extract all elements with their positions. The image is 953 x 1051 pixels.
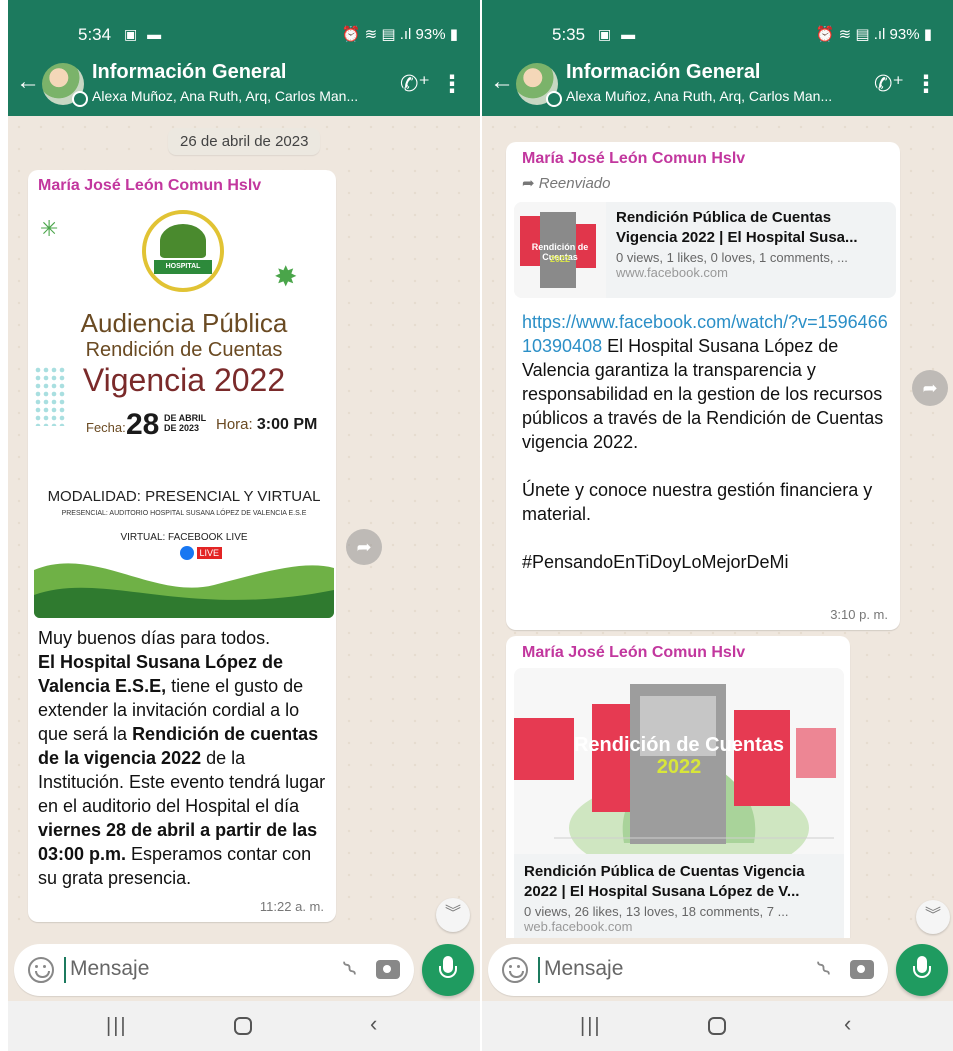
- preview-image-year: 2022: [656, 756, 702, 778]
- message-time: 11:22 a. m.: [259, 899, 324, 914]
- poster-time: Hora: 3:00 PM: [216, 416, 318, 433]
- preview-image-title: Rendición de Cuentas: [573, 734, 785, 756]
- hospital-logo: HOSPITAL: [142, 210, 224, 292]
- more-vert-icon[interactable]: ⋮: [914, 70, 938, 99]
- nav-recent-icon[interactable]: |||: [580, 1015, 602, 1038]
- link-preview-description: 0 views, 26 likes, 13 loves, 18 comments…: [524, 904, 789, 919]
- forwarded-label: ➦ Reenviado: [522, 175, 611, 192]
- link-preview-description: 0 views, 1 likes, 0 loves, 1 comments, .…: [616, 250, 848, 265]
- nav-recent-icon[interactable]: |||: [106, 1015, 128, 1038]
- link-preview-site: web.facebook.com: [524, 919, 633, 934]
- link-preview-title: Rendición Pública de Cuentas Vigencia 20…: [616, 209, 858, 246]
- text-caret: [538, 957, 540, 983]
- message-input[interactable]: Mensaje: [544, 957, 623, 981]
- message-time: 3:10 p. m.: [830, 607, 888, 622]
- forward-icon: ➦: [522, 175, 535, 192]
- message-sender[interactable]: María José León Comun Hslv: [522, 150, 745, 168]
- status-bar: 5:34 ▣ ▬ ⏰ ≋ ▤ .ıl 93% ▮: [8, 0, 480, 64]
- link-preview-site: www.facebook.com: [616, 265, 728, 280]
- forward-icon[interactable]: ➦: [912, 370, 948, 406]
- message-bubble[interactable]: María José León Comun Hslv ✳ ✸ HOSPITAL …: [28, 170, 336, 922]
- system-nav-bar: ||| ‹: [482, 1001, 953, 1051]
- message-sender[interactable]: María José León Comun Hslv: [522, 644, 745, 662]
- scroll-down-icon[interactable]: ︾: [916, 900, 950, 934]
- forward-icon[interactable]: ➦: [346, 529, 382, 565]
- nav-back-icon[interactable]: ‹: [844, 1011, 851, 1037]
- notification-icons: ▣ ▬: [124, 26, 165, 42]
- sparkle-icon: ✳: [40, 216, 59, 241]
- attach-icon[interactable]: ⌇: [338, 956, 363, 983]
- add-call-icon[interactable]: ✆⁺: [874, 71, 904, 97]
- chat-header[interactable]: ← Información General Alexa Muñoz, Ana R…: [482, 58, 953, 116]
- back-arrow-icon[interactable]: ←: [16, 68, 40, 96]
- left-phone-screen: 5:34 ▣ ▬ ⏰ ≋ ▤ .ıl 93% ▮ ← Información G…: [8, 0, 480, 1051]
- attach-icon[interactable]: ⌇: [812, 956, 837, 983]
- group-participants[interactable]: Alexa Muñoz, Ana Ruth, Arq, Carlos Man..…: [566, 88, 858, 104]
- link-preview[interactable]: Rendición de Cuentas 2022 Rendición Públ…: [514, 668, 844, 938]
- sparkle-icon: ✸: [274, 261, 298, 292]
- poster-modality: MODALIDAD: PRESENCIAL Y VIRTUAL: [47, 488, 321, 505]
- message-sender[interactable]: María José León Comun Hslv: [38, 177, 261, 195]
- chat-header[interactable]: ← Información General Alexa Muñoz, Ana R…: [8, 58, 480, 116]
- scroll-down-icon[interactable]: ︾: [436, 898, 470, 932]
- mic-icon[interactable]: [422, 944, 474, 996]
- link-preview-thumbnail: Rendición de Cuentas 2022: [514, 202, 606, 298]
- chat-area[interactable]: 26 de abril de 2023 María José León Comu…: [8, 116, 480, 938]
- status-time: 5:34: [78, 25, 112, 44]
- add-call-icon[interactable]: ✆⁺: [400, 71, 430, 97]
- invitation-poster-image[interactable]: ✳ ✸ HOSPITAL Audiencia Pública Rendición…: [34, 198, 334, 618]
- community-badge-icon: [72, 91, 88, 107]
- back-arrow-icon[interactable]: ←: [490, 68, 514, 96]
- system-icons: ⏰ ≋ ▤ .ıl 93% ▮: [341, 26, 458, 43]
- camera-icon[interactable]: [376, 960, 400, 979]
- poster-date-label: Fecha:: [86, 420, 126, 435]
- system-icons: ⏰ ≋ ▤ .ıl 93% ▮: [815, 26, 932, 43]
- message-input-bar[interactable]: Mensaje ⌇: [14, 944, 414, 996]
- message-bubble[interactable]: María José León Comun Hslv Rendición de …: [506, 636, 850, 938]
- message-input[interactable]: Mensaje: [70, 957, 149, 981]
- community-badge-icon: [546, 91, 562, 107]
- camera-icon[interactable]: [850, 960, 874, 979]
- more-vert-icon[interactable]: ⋮: [440, 70, 464, 99]
- poster-subtitle: Rendición de Cuentas: [85, 339, 283, 361]
- link-preview-image: Rendición de Cuentas 2022: [514, 668, 844, 854]
- right-phone-screen: 5:35 ▣ ▬ ⏰ ≋ ▤ .ıl 93% ▮ ← Información G…: [482, 0, 953, 1051]
- date-pill: 26 de abril de 2023: [168, 128, 321, 155]
- nav-home-icon[interactable]: [234, 1017, 252, 1035]
- emoji-icon[interactable]: [502, 957, 528, 983]
- message-input-bar[interactable]: Mensaje ⌇: [488, 944, 888, 996]
- emoji-icon[interactable]: [28, 957, 54, 983]
- poster-venue: PRESENCIAL: AUDITORIO HOSPITAL SUSANA LÓ…: [61, 510, 307, 517]
- text-caret: [64, 957, 66, 983]
- mic-icon[interactable]: [896, 944, 948, 996]
- link-preview[interactable]: Rendición de Cuentas 2022 Rendición Públ…: [514, 202, 896, 298]
- hashtag[interactable]: #PensandoEnTiDoyLoMejorDeMi: [522, 552, 788, 572]
- message-bubble[interactable]: María José León Comun Hslv ➦ Reenviado R…: [506, 142, 900, 630]
- status-bar: 5:35 ▣ ▬ ⏰ ≋ ▤ .ıl 93% ▮: [482, 0, 953, 64]
- nav-back-icon[interactable]: ‹: [370, 1011, 377, 1037]
- poster-title: Audiencia Pública: [80, 308, 288, 338]
- poster-virtual: VIRTUAL: FACEBOOK LIVE: [120, 532, 248, 543]
- poster-year: Vigencia 2022: [82, 362, 286, 398]
- chat-area[interactable]: María José León Comun Hslv ➦ Reenviado R…: [482, 116, 953, 938]
- group-participants[interactable]: Alexa Muñoz, Ana Ruth, Arq, Carlos Man..…: [92, 88, 384, 104]
- message-text[interactable]: Muy buenos días para todos. El Hospital …: [38, 626, 326, 890]
- notification-icons: ▣ ▬: [598, 26, 639, 42]
- link-preview-title: Rendición Pública de Cuentas Vigencia 20…: [524, 863, 805, 900]
- poster-month: DE ABRIL DE 2023: [164, 413, 207, 433]
- green-hills-decoration: [34, 563, 334, 618]
- group-title[interactable]: Información General: [566, 61, 761, 84]
- group-title[interactable]: Información General: [92, 61, 287, 84]
- poster-day: 28: [126, 408, 160, 441]
- group-avatar[interactable]: [516, 63, 562, 107]
- status-time: 5:35: [552, 25, 586, 44]
- system-nav-bar: ||| ‹: [8, 1001, 480, 1051]
- group-avatar[interactable]: [42, 63, 88, 107]
- nav-home-icon[interactable]: [708, 1017, 726, 1035]
- message-text[interactable]: https://www.facebook.com/watch/?v=159646…: [522, 310, 892, 574]
